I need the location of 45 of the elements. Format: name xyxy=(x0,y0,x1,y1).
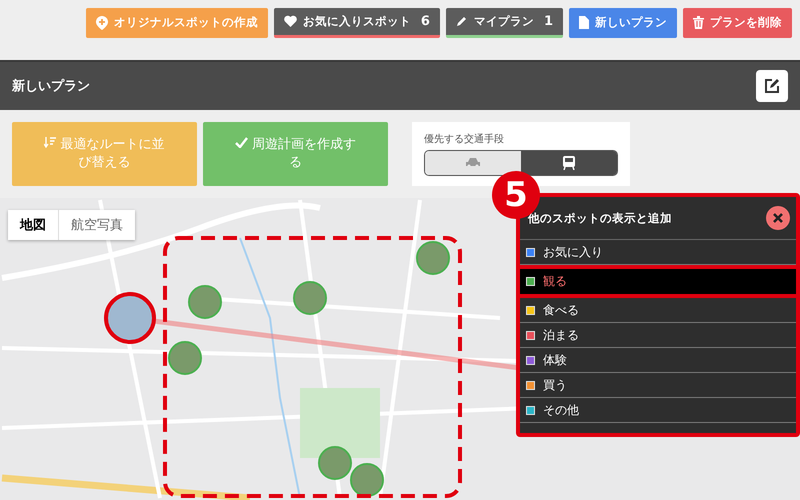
category-item[interactable]: 観る xyxy=(520,265,796,298)
button-label: マイプラン xyxy=(474,14,534,28)
category-label: 泊まる xyxy=(543,326,579,344)
plan-title: 新しいプラン xyxy=(12,78,90,95)
myplan-button[interactable]: マイプラン 1 xyxy=(446,8,563,38)
map-pin-plus-icon xyxy=(96,16,108,30)
new-button[interactable]: 新しいプラン xyxy=(569,8,677,38)
car-icon xyxy=(466,158,480,168)
favorites-button[interactable]: お気に入りスポット 6 xyxy=(274,8,440,38)
check-icon xyxy=(234,136,248,148)
highlighted-spot-marker[interactable] xyxy=(104,292,156,344)
transport-label: 優先する交通手段 xyxy=(424,132,505,146)
car-option[interactable] xyxy=(425,151,521,175)
category-label: その他 xyxy=(543,402,579,418)
close-icon xyxy=(773,213,783,223)
edit-icon xyxy=(764,78,780,94)
sort-icon xyxy=(44,136,56,148)
count-label: 6 xyxy=(420,14,430,28)
spot-marker[interactable] xyxy=(318,446,352,480)
category-label: 買う xyxy=(543,376,567,394)
transport-toggle[interactable] xyxy=(424,150,618,176)
spot-marker[interactable] xyxy=(168,341,202,375)
document-icon xyxy=(579,16,589,29)
button-label: お気に入りスポット xyxy=(302,14,411,28)
category-label: 体験 xyxy=(543,352,567,368)
spot-marker[interactable] xyxy=(188,285,222,319)
edit-button[interactable] xyxy=(756,70,788,102)
category-label: 観る xyxy=(543,273,567,290)
category-label: 食べる xyxy=(543,302,579,318)
button-label: プランを削除 xyxy=(710,15,782,30)
close-button[interactable] xyxy=(766,206,790,230)
train-icon xyxy=(563,156,575,170)
train-option[interactable] xyxy=(521,151,617,175)
pencil-icon xyxy=(456,15,468,27)
button-label: 新しいプラン xyxy=(595,15,667,30)
spot-marker[interactable] xyxy=(350,463,384,497)
button-label: オリジナルスポットの作成 xyxy=(114,15,258,30)
spot-marker[interactable] xyxy=(293,281,327,315)
spot-marker[interactable] xyxy=(416,241,450,275)
count-label: 1 xyxy=(544,14,553,28)
trash-icon xyxy=(693,16,704,29)
map-type-tab[interactable]: 地図 xyxy=(8,210,58,240)
heart-icon xyxy=(284,15,297,27)
map-type-tab[interactable]: 航空写真 xyxy=(58,210,135,240)
category-label: お気に入り xyxy=(543,244,603,260)
